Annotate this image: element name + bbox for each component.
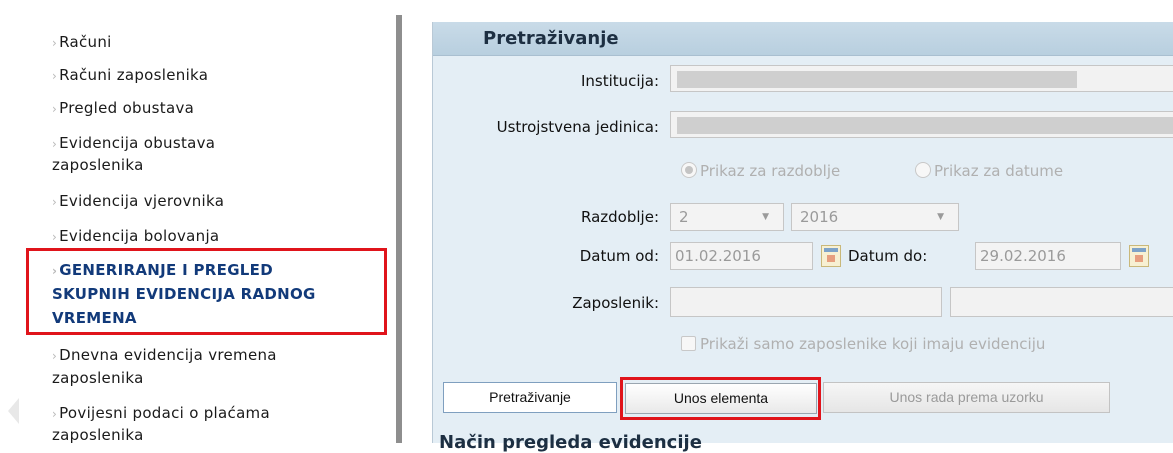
panel-title: Pretraživanje — [483, 28, 619, 49]
radio-label: Prikaz za datume — [934, 162, 1064, 180]
sidebar-item-pregled-obustava[interactable]: › Pregled obustava — [52, 97, 194, 120]
sidebar-item-label: Pregled obustava — [59, 99, 195, 117]
sidebar-item-generiranje-evidencija[interactable]: › GENERIRANJE I PREGLED — [52, 259, 273, 282]
sidebar-item-povijesni-podaci[interactable]: › Povijesni podaci o plaćama — [52, 402, 270, 425]
chevron-right-icon: › — [52, 137, 58, 151]
checkbox-icon — [681, 336, 696, 351]
chevron-right-icon: › — [52, 230, 58, 244]
unos-rada-button[interactable]: Unos rada prema uzorku — [823, 382, 1110, 413]
sidebar-item-dnevna-evidencija-cont[interactable]: zaposlenika — [52, 367, 144, 389]
chevron-right-icon: › — [52, 69, 58, 83]
sidebar-item-label: Evidencija obustava — [59, 134, 216, 152]
zaposlenik-field-2[interactable] — [950, 287, 1173, 317]
sidebar-item-evidencija-bolovanja[interactable]: › Evidencija bolovanja — [52, 225, 219, 248]
radio-selected-icon — [681, 162, 697, 178]
calendar-icon[interactable] — [821, 245, 841, 267]
datum-od-label: Datum od: — [579, 247, 659, 265]
chevron-right-icon: › — [52, 102, 58, 116]
sidebar-item-dnevna-evidencija[interactable]: › Dnevna evidencija vremena — [52, 344, 277, 367]
razdoblje-month-select[interactable]: 2 ▼ — [670, 203, 784, 231]
razdoblje-year-select[interactable]: 2016 ▼ — [791, 203, 959, 231]
datum-do-label: Datum do: — [848, 247, 928, 265]
sidebar-item-generiranje-cont-1[interactable]: SKUPNIH EVIDENCIJA RADNOG — [52, 283, 316, 305]
sidebar-item-evidencija-obustava[interactable]: › Evidencija obustava — [52, 132, 215, 155]
radio-unselected-icon — [915, 162, 931, 178]
razdoblje-label: Razdoblje: — [581, 208, 659, 226]
datum-od-input[interactable]: 01.02.2016 — [670, 242, 813, 270]
sidebar-item-label: Evidencija bolovanja — [59, 227, 220, 245]
sidebar-item-label: SKUPNIH EVIDENCIJA RADNOG — [52, 285, 316, 303]
zaposlenik-field-1[interactable] — [670, 287, 942, 317]
radio-prikaz-razdoblje[interactable]: Prikaz za razdoblje — [681, 162, 840, 180]
checkbox-samo-zaposlenike[interactable]: Prikaži samo zaposlenike koji imaju evid… — [681, 335, 1045, 353]
ustrojstvena-value-redacted — [677, 117, 1173, 134]
radio-label: Prikaz za razdoblje — [700, 162, 841, 180]
datum-do-input[interactable]: 29.02.2016 — [975, 242, 1121, 270]
checkbox-label: Prikaži samo zaposlenike koji imaju evid… — [700, 335, 1046, 353]
institucija-label: Institucija: — [580, 72, 659, 90]
ustrojstvena-jedinica-field[interactable] — [670, 111, 1173, 138]
unos-elementa-button[interactable]: Unos elementa — [625, 383, 817, 414]
sidebar-item-label: zaposlenika — [52, 426, 144, 444]
sidebar-item-label: GENERIRANJE I PREGLED — [59, 261, 273, 279]
sidebar-nav: › Računi › Računi zaposlenika › Pregled obu… — [0, 0, 395, 444]
chevron-right-icon: › — [52, 349, 58, 363]
dropdown-caret-icon: ▼ — [762, 212, 769, 222]
sidebar-item-label: zaposlenika — [52, 369, 144, 387]
sidebar-item-label: Računi — [59, 33, 112, 51]
radio-prikaz-datume[interactable]: Prikaz za datume — [915, 162, 1063, 180]
sidebar-item-generiranje-cont-2[interactable]: VREMENA — [52, 307, 137, 329]
chevron-right-icon: › — [52, 407, 58, 421]
sidebar-splitter[interactable] — [396, 15, 402, 443]
select-value: 2 — [679, 208, 689, 226]
ustrojstvena-label: Ustrojstvena jedinica: — [496, 118, 659, 136]
sidebar-item-label: VREMENA — [52, 309, 137, 327]
calendar-icon[interactable] — [1129, 245, 1149, 267]
search-tab-button[interactable]: Pretraživanje — [443, 382, 617, 413]
sidebar-item-label: zaposlenika — [52, 156, 144, 174]
sidebar-item-racuni-zaposlenika[interactable]: › Računi zaposlenika — [52, 64, 208, 87]
sidebar-item-label: Povijesni podaci o plaćama — [59, 404, 270, 422]
panel-header: Pretraživanje — [433, 22, 1173, 56]
zaposlenik-label: Zaposlenik: — [572, 294, 659, 312]
chevron-right-icon: › — [52, 195, 58, 209]
chevron-right-icon: › — [52, 264, 58, 278]
sidebar-item-label: Evidencija vjerovnika — [59, 192, 225, 210]
search-panel: Pretraživanje Institucija: Ustrojstvena … — [432, 22, 1173, 453]
institucija-value-redacted — [677, 71, 1077, 88]
institucija-field[interactable] — [670, 65, 1173, 92]
chevron-right-icon: › — [52, 36, 58, 50]
dropdown-caret-icon: ▼ — [937, 212, 944, 222]
sidebar-item-racuni[interactable]: › Računi — [52, 31, 112, 54]
sidebar-item-evidencija-obustava-cont[interactable]: zaposlenika — [52, 154, 144, 176]
collapse-arrow-icon[interactable] — [8, 398, 19, 424]
sidebar-item-evidencija-vjerovnika[interactable]: › Evidencija vjerovnika — [52, 190, 224, 213]
select-value: 2016 — [800, 208, 839, 226]
sidebar-item-label: Računi zaposlenika — [59, 66, 209, 84]
sidebar-item-label: Dnevna evidencija vremena — [59, 346, 277, 364]
